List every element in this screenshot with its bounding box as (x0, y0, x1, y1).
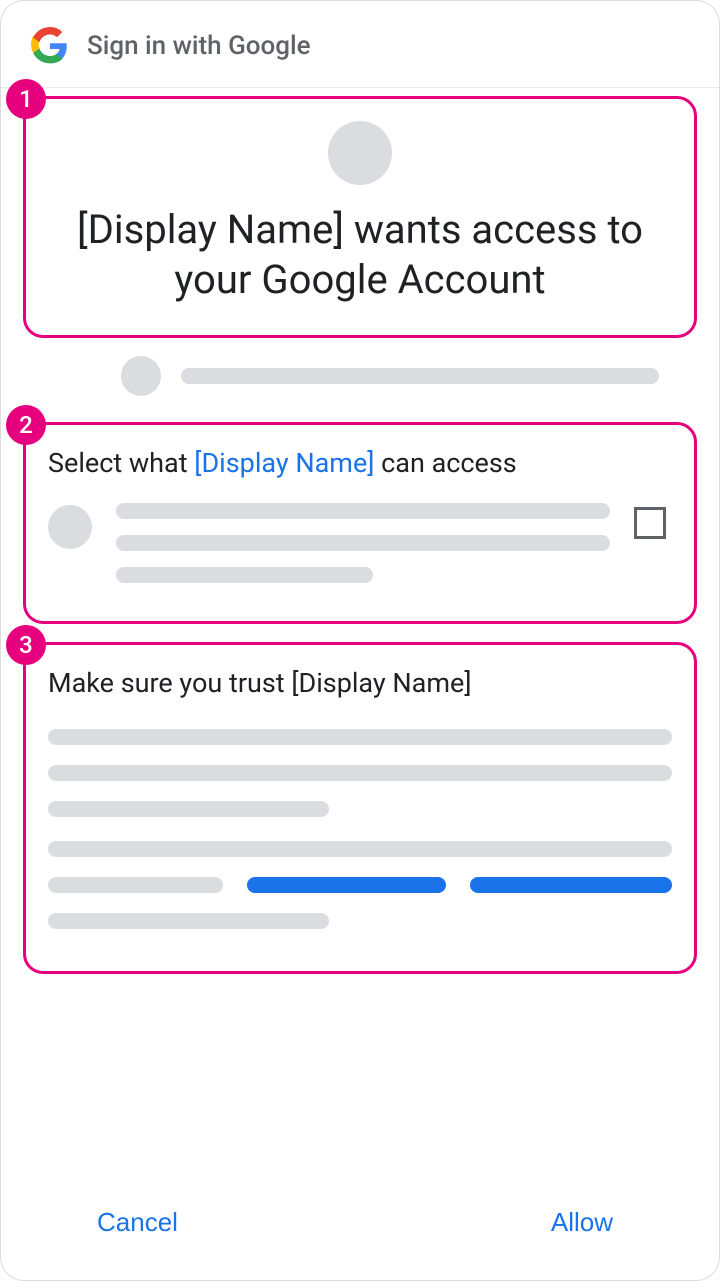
annotation-badge-3: 3 (6, 625, 46, 665)
trust-title: Make sure you trust [Display Name] (48, 667, 672, 699)
trust-paragraph-2 (48, 841, 672, 929)
annotation-badge-1: 1 (6, 79, 46, 119)
app-name-link[interactable]: [Display Name] (194, 447, 374, 479)
section-trust: 3 Make sure you trust [Display Name] (23, 642, 697, 974)
footer: Cancel Allow (1, 1197, 719, 1248)
scope-icon (48, 505, 92, 549)
selected-account-row[interactable] (121, 356, 659, 396)
scope-checkbox[interactable] (634, 507, 666, 539)
scopes-title-suffix: can access (374, 447, 516, 479)
section-scopes: 2 Select what [Display Name] can access (23, 422, 697, 624)
allow-button[interactable]: Allow (545, 1197, 619, 1248)
cancel-button[interactable]: Cancel (91, 1197, 184, 1248)
google-logo-icon (31, 27, 69, 65)
terms-link-placeholder[interactable] (470, 877, 672, 893)
scopes-title: Select what [Display Name] can access (48, 447, 672, 479)
app-avatar (328, 121, 392, 185)
header-title: Sign in with Google (87, 31, 311, 61)
consent-title: [Display Name] wants access to your Goog… (48, 205, 672, 305)
section-app-identity: 1 [Display Name] wants access to your Go… (23, 96, 697, 338)
policy-link-placeholder[interactable] (247, 877, 447, 893)
consent-screen: Sign in with Google 1 [Display Name] wan… (0, 0, 720, 1281)
scope-item (48, 503, 672, 599)
trust-paragraph-1 (48, 729, 672, 817)
account-avatar (121, 356, 161, 396)
scope-description-placeholder (116, 503, 610, 599)
account-email-placeholder (181, 368, 659, 384)
scopes-title-prefix: Select what (48, 447, 194, 479)
annotation-badge-2: 2 (6, 405, 46, 445)
header: Sign in with Google (1, 1, 719, 88)
